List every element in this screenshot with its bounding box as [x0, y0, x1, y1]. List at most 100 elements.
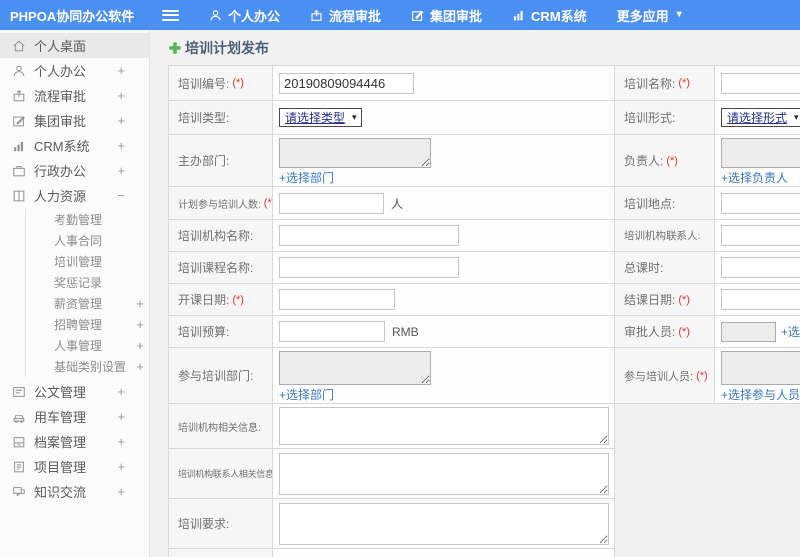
org-name-input[interactable]	[279, 225, 459, 246]
org-contact-input[interactable]	[721, 225, 800, 246]
row-org-name: 培训机构名称:	[169, 219, 614, 251]
sidebar-item-salary[interactable]: 薪资管理 +	[26, 293, 149, 314]
project-icon	[12, 460, 26, 474]
expand-icon[interactable]: +	[136, 338, 144, 353]
flow-icon	[12, 89, 26, 103]
training-type-select[interactable]: 请选择类型 ▾	[279, 108, 362, 127]
row-training-name: 培训名称: (*)	[615, 66, 800, 100]
row-start-date: 开课日期: (*)	[169, 283, 614, 315]
join-dept-textarea[interactable]	[279, 351, 431, 385]
sidebar-item-group-approval[interactable]: 集团审批 +	[0, 108, 149, 133]
app-logo: PHPOA协同办公软件	[10, 8, 135, 24]
expand-icon[interactable]: +	[117, 88, 125, 103]
total-hours-input[interactable]	[721, 257, 800, 278]
sidebar-item-hr[interactable]: 人力资源 −	[0, 183, 149, 208]
flow-icon	[310, 9, 323, 22]
org-info-textarea[interactable]	[279, 407, 609, 445]
caret-down-icon: ▾	[676, 9, 682, 20]
row-org-info: 培训机构相关信息:	[169, 403, 614, 448]
select-dept-link[interactable]: +选择部门	[279, 169, 334, 186]
required-mark: (*)	[263, 197, 272, 209]
start-date-input[interactable]	[279, 289, 395, 310]
sidebar-item-archive[interactable]: 档案管理 +	[0, 429, 149, 454]
approver-input[interactable]	[721, 321, 776, 342]
row-planned-count: 计划参与培训人数:(*) 人	[169, 186, 614, 219]
doc-icon	[12, 385, 26, 399]
row-training-type: 培训类型: 请选择类型 ▾	[169, 100, 614, 134]
row-attachment: 附件文档: +附件上传	[169, 548, 614, 557]
expand-icon[interactable]: +	[117, 409, 125, 424]
budget-input[interactable]	[279, 321, 385, 342]
expand-icon[interactable]: +	[117, 113, 125, 128]
expand-icon[interactable]: +	[136, 359, 144, 374]
home-icon	[12, 39, 26, 53]
expand-icon[interactable]: +	[117, 434, 125, 449]
sidebar-item-vehicle[interactable]: 用车管理 +	[0, 404, 149, 429]
training-form-select[interactable]: 请选择形式 ▾	[721, 108, 800, 127]
expand-icon[interactable]: +	[117, 384, 125, 399]
chart-icon	[12, 139, 26, 153]
collapse-icon[interactable]: −	[117, 188, 125, 203]
sidebar-item-official-doc[interactable]: 公文管理 +	[0, 379, 149, 404]
select-dept-link[interactable]: +选择部门	[279, 386, 334, 403]
sidebar-item-base-category[interactable]: 基础类别设置 +	[26, 356, 149, 377]
hr-submenu: 考勤管理 人事合同 培训管理 奖惩记录 薪资管理 + 招聘管理 + 人事管理 +…	[25, 209, 149, 377]
sidebar-item-personnel[interactable]: 人事管理 +	[26, 335, 149, 356]
sidebar-item-personal-office[interactable]: 个人办公 +	[0, 58, 149, 83]
chat-icon	[12, 485, 26, 499]
car-icon	[12, 410, 26, 424]
sidebar-item-attendance[interactable]: 考勤管理	[26, 209, 149, 230]
row-approver: 审批人员:(*) +选择审批人员	[615, 315, 800, 347]
location-input[interactable]	[721, 192, 800, 214]
nav-personal-office[interactable]: 个人办公	[209, 6, 280, 25]
course-name-input[interactable]	[279, 257, 459, 278]
row-leader: 负责人: (*) +选择负责人	[615, 134, 800, 186]
sidebar-item-reward[interactable]: 奖惩记录	[26, 272, 149, 293]
menu-icon[interactable]	[162, 9, 179, 21]
sidebar-item-training[interactable]: 培训管理	[26, 251, 149, 272]
row-host-dept: 主办部门: +选择部门	[169, 134, 614, 186]
sidebar-item-flow-approval[interactable]: 流程审批 +	[0, 83, 149, 108]
training-req-textarea[interactable]	[279, 502, 609, 545]
edit-icon	[12, 114, 26, 128]
required-mark: (*)	[232, 77, 244, 89]
select-leader-link[interactable]: +选择负责人	[721, 169, 788, 186]
sidebar-item-knowledge[interactable]: 知识交流 +	[0, 479, 149, 504]
nav-more-apps[interactable]: 更多应用 ▾	[617, 6, 682, 25]
expand-icon[interactable]: +	[117, 484, 125, 499]
row-total-hours: 总课时:	[615, 251, 800, 283]
sidebar-item-project[interactable]: 项目管理 +	[0, 454, 149, 479]
planned-count-input[interactable]	[279, 192, 384, 214]
row-join-dept: 参与培训部门: +选择部门	[169, 347, 614, 403]
required-mark: (*)	[696, 369, 708, 382]
participants-textarea[interactable]	[721, 351, 800, 385]
expand-icon[interactable]: +	[117, 459, 125, 474]
row-org-contact-info: 培训机构联系人相关信息:	[169, 448, 614, 498]
sidebar-item-crm[interactable]: CRM系统 +	[0, 133, 149, 158]
row-training-req: 培训要求:	[169, 498, 614, 548]
expand-icon[interactable]: +	[136, 317, 144, 332]
training-no-input[interactable]	[279, 72, 414, 94]
expand-icon[interactable]: +	[117, 163, 125, 178]
user-icon	[209, 9, 222, 22]
expand-icon[interactable]: +	[117, 138, 125, 153]
nav-group-approval[interactable]: 集团审批	[411, 6, 482, 25]
nav-flow-approval[interactable]: 流程审批	[310, 6, 381, 25]
book-icon	[12, 189, 26, 203]
nav-crm[interactable]: CRM系统	[512, 6, 587, 25]
expand-icon[interactable]: +	[136, 296, 144, 311]
sidebar-item-admin-office[interactable]: 行政办公 +	[0, 158, 149, 183]
page-title: 培训计划发布	[168, 39, 800, 57]
select-participants-link[interactable]: +选择参与人员	[721, 386, 800, 403]
sidebar-item-hr-contract[interactable]: 人事合同	[26, 230, 149, 251]
end-date-input[interactable]	[721, 289, 800, 310]
leader-textarea[interactable]	[721, 138, 800, 168]
org-contact-info-textarea[interactable]	[279, 452, 609, 495]
sidebar-item-recruit[interactable]: 招聘管理 +	[26, 314, 149, 335]
training-name-input[interactable]	[721, 72, 800, 94]
caret-down-icon: ▾	[352, 112, 357, 122]
expand-icon[interactable]: +	[117, 63, 125, 78]
host-dept-textarea[interactable]	[279, 138, 431, 168]
select-approver-link[interactable]: +选择审批人员	[781, 323, 800, 340]
sidebar-item-personal-desktop[interactable]: 个人桌面	[0, 33, 149, 58]
